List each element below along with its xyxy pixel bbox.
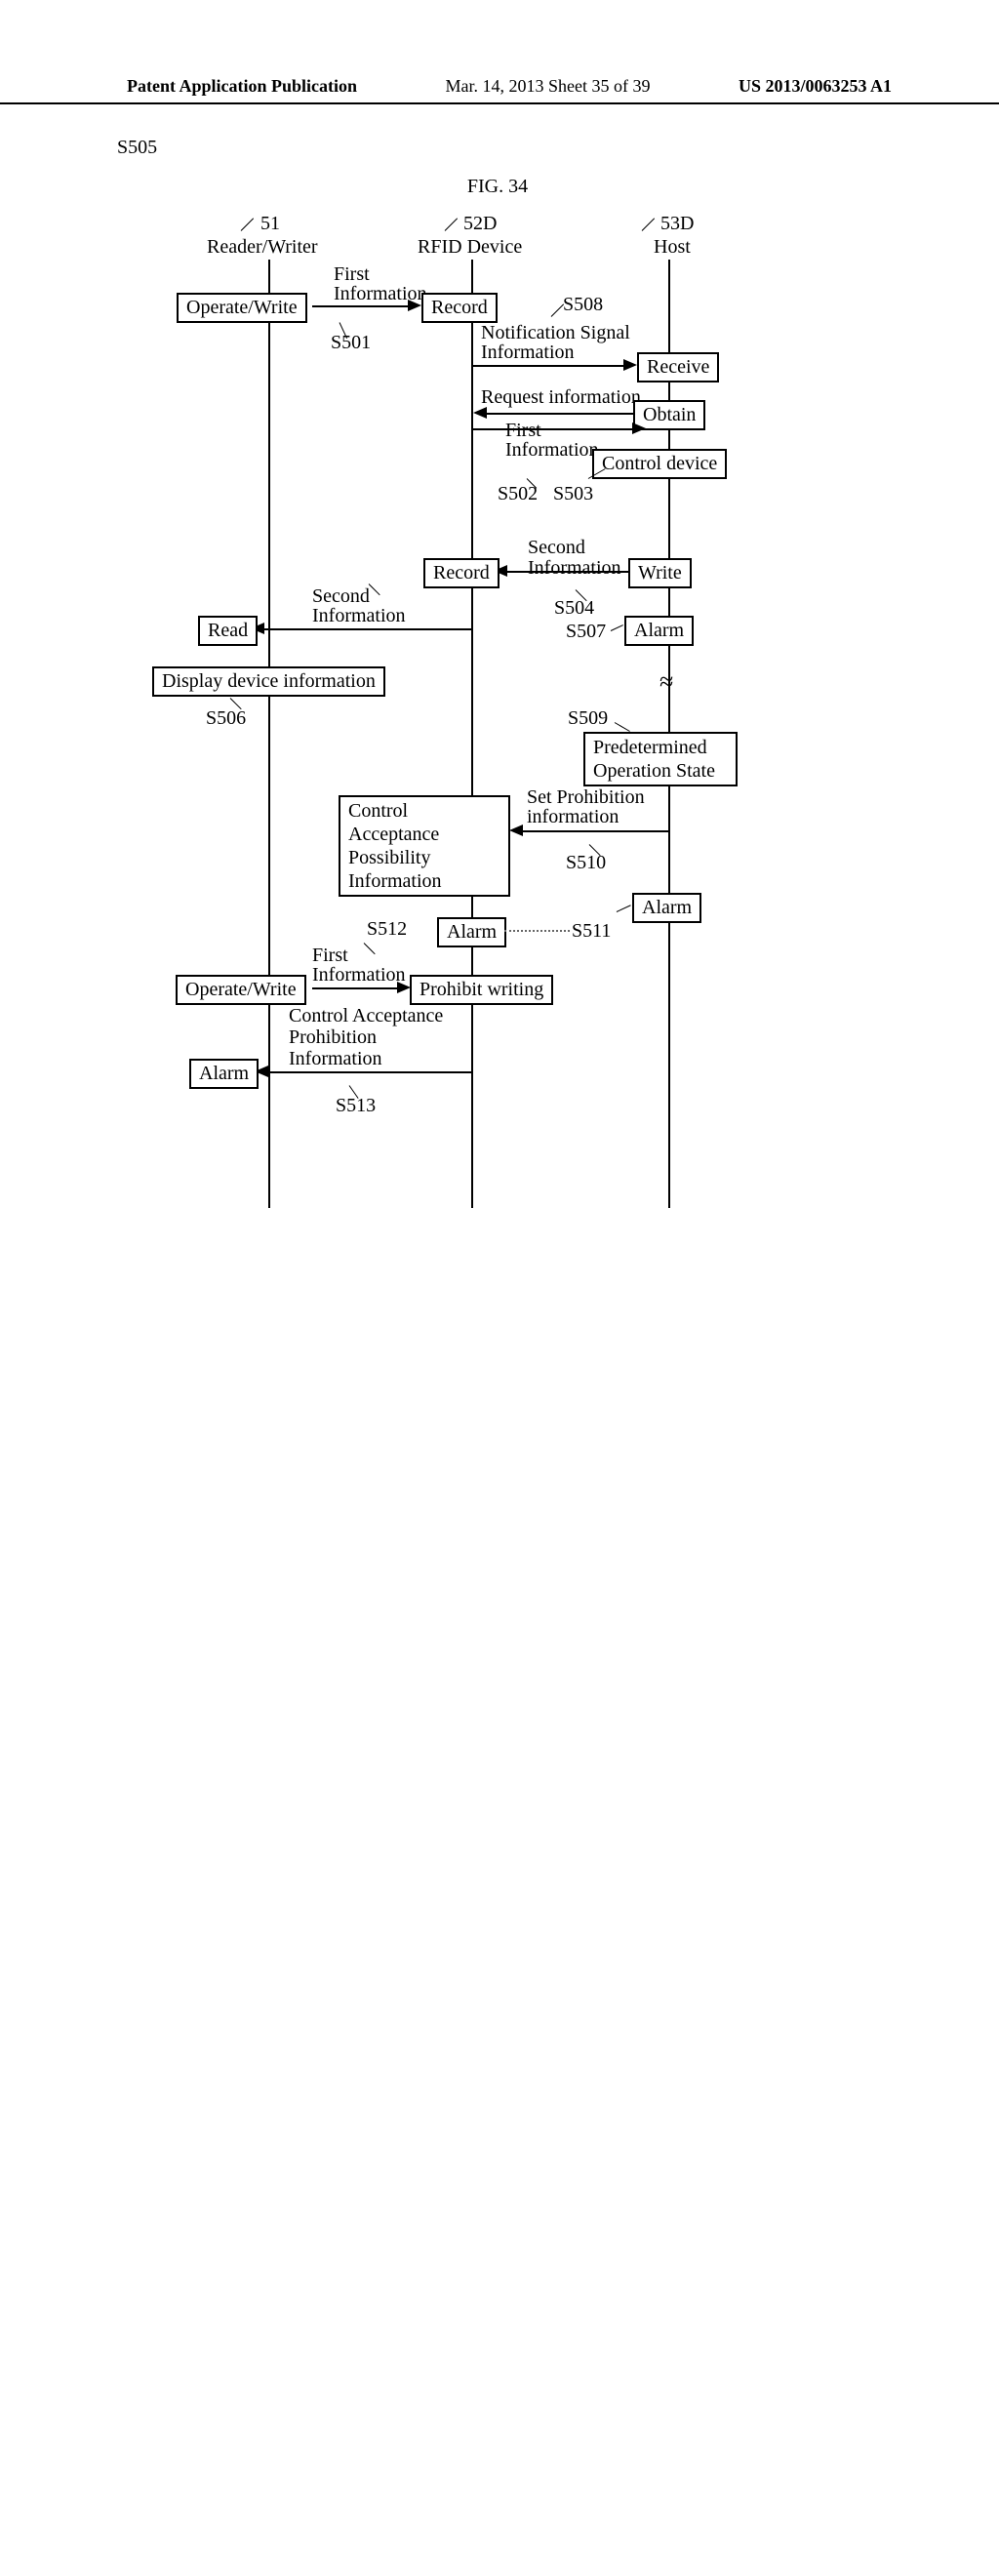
alarm-box-4: Alarm: [189, 1059, 259, 1089]
first-info3-l2: Information: [312, 964, 406, 986]
s510: S510: [566, 852, 606, 874]
host-num: 53D: [660, 213, 694, 235]
operate-write-box-1: Operate/Write: [177, 293, 307, 323]
cap-proh-l2: Prohibition: [289, 1026, 377, 1049]
operate-write-box-2: Operate/Write: [176, 975, 306, 1005]
s508: S508: [563, 294, 603, 316]
alarm-box-3: Alarm: [437, 917, 506, 947]
rfid-label: RFID Device: [418, 236, 522, 259]
s511: S511: [572, 920, 611, 943]
cap-info-box: Control Acceptance Possibility Informati…: [339, 795, 510, 897]
control-device-box: Control device: [592, 449, 727, 479]
s512: S512: [367, 918, 407, 941]
s509: S509: [568, 707, 608, 730]
s503: S503: [553, 483, 593, 505]
pred-state-l1: Predetermined: [593, 737, 707, 758]
rw-num: 51: [260, 213, 280, 235]
set-proh-l2: information: [527, 806, 619, 828]
record-box-2: Record: [423, 558, 500, 588]
receive-box: Receive: [637, 352, 719, 382]
s513: S513: [336, 1095, 376, 1117]
rfid-num: 52D: [463, 213, 497, 235]
cap-info-l1: Control Acceptance: [348, 800, 439, 845]
header-mid: Mar. 14, 2013 Sheet 35 of 39: [446, 76, 651, 97]
pred-state-box: Predetermined Operation State: [583, 732, 738, 786]
page-header: Patent Application Publication Mar. 14, …: [0, 76, 999, 104]
cap-proh-l1: Control Acceptance: [289, 1005, 443, 1027]
s507: S507: [566, 621, 606, 643]
s505: S505: [117, 137, 882, 159]
cap-info-l3: Information: [348, 870, 442, 892]
record-box-1: Record: [421, 293, 498, 323]
s506: S506: [206, 707, 246, 730]
write-box: Write: [628, 558, 692, 588]
display-info-box: Display device information: [152, 666, 385, 697]
prohibit-writing-box: Prohibit writing: [410, 975, 553, 1005]
rfid-lifeline: [471, 260, 473, 1208]
header-left: Patent Application Publication: [127, 76, 357, 97]
s504: S504: [554, 597, 594, 620]
notif-l2: Information: [481, 342, 575, 364]
figure-canvas: FIG. 34 51 Reader/Writer 52D RFID Device…: [117, 137, 882, 1210]
rw-lifeline: [268, 260, 270, 1208]
read-box: Read: [198, 616, 258, 646]
second-info-l2: Information: [528, 557, 621, 580]
s501: S501: [331, 332, 371, 354]
header-right: US 2013/0063253 A1: [739, 76, 892, 97]
cap-proh-l3: Information: [289, 1048, 382, 1070]
s502: S502: [498, 483, 538, 505]
time-break-icon: ≈: [659, 667, 673, 697]
first-info2-l2: Information: [505, 439, 599, 462]
cap-info-l2: Possibility: [348, 847, 430, 868]
req-info: Request information: [481, 386, 641, 409]
host-label: Host: [654, 236, 691, 259]
rw-label: Reader/Writer: [207, 236, 318, 259]
alarm-box-2: Alarm: [632, 893, 701, 923]
pred-state-l2: Operation State: [593, 760, 715, 782]
alarm-box-1: Alarm: [624, 616, 694, 646]
second-info2-l2: Information: [312, 605, 406, 627]
figure-title: FIG. 34: [420, 176, 576, 198]
second-info-l1: Second: [528, 537, 585, 559]
